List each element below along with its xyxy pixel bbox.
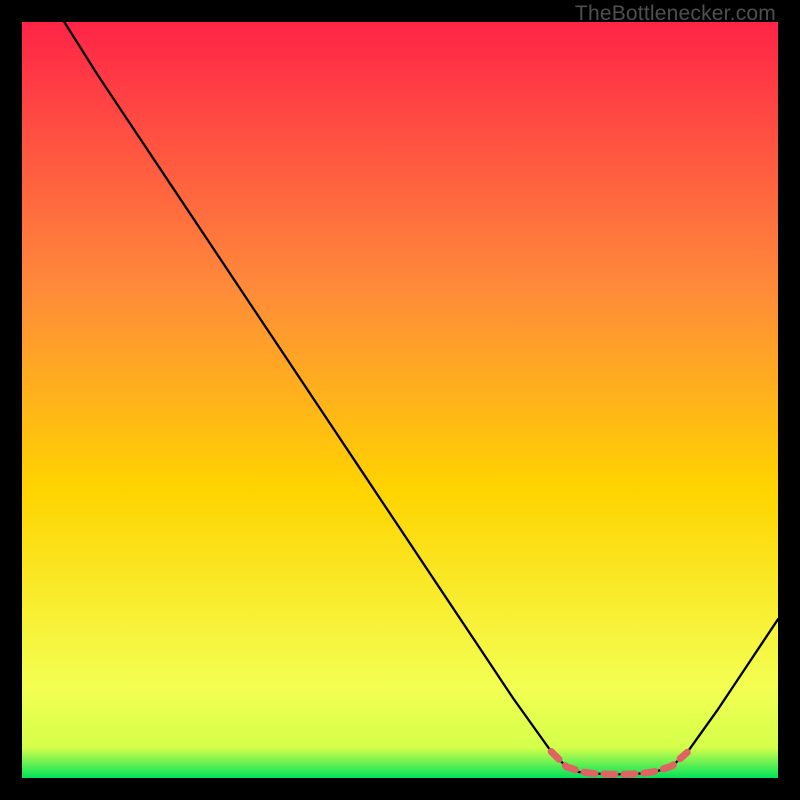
chart-frame (22, 22, 778, 778)
gradient-background (22, 22, 778, 778)
watermark-text: TheBottlenecker.com (575, 2, 776, 26)
bottleneck-chart (22, 22, 778, 778)
